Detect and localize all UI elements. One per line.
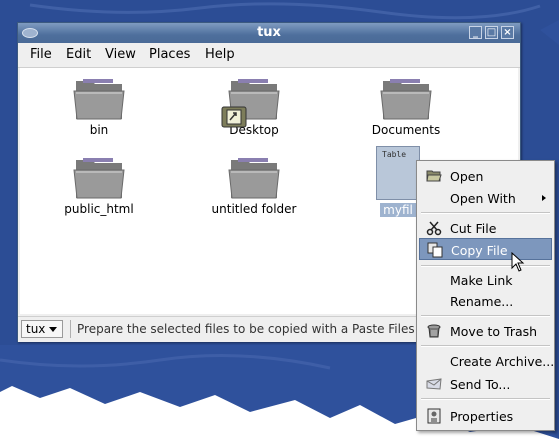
envelope-icon bbox=[426, 378, 442, 390]
close-button[interactable]: × bbox=[501, 26, 514, 39]
drag-document-icon bbox=[221, 106, 247, 128]
folder-open-icon bbox=[426, 170, 442, 182]
file-name: bin bbox=[89, 123, 109, 137]
menu-item-label: Open With bbox=[450, 191, 516, 206]
submenu-arrow-icon bbox=[542, 195, 546, 201]
menu-help[interactable]: Help bbox=[205, 47, 235, 62]
menu-item-make-link[interactable]: Make Link bbox=[419, 269, 552, 291]
minimize-button[interactable]: _ bbox=[469, 26, 482, 39]
menu-separator bbox=[421, 345, 550, 347]
file-name: untitled folder bbox=[211, 202, 297, 216]
menu-item-rename[interactable]: Rename... bbox=[419, 290, 552, 312]
folder-icon bbox=[380, 79, 432, 120]
file-item[interactable]: public_html bbox=[39, 154, 159, 216]
copy-icon bbox=[427, 242, 443, 258]
menu-item-properties[interactable]: Properties bbox=[419, 405, 552, 427]
menu-file[interactable]: File bbox=[30, 47, 52, 62]
menu-view[interactable]: View bbox=[105, 47, 136, 62]
menu-item-label: Send To... bbox=[450, 377, 511, 392]
menu-item-label: Open bbox=[450, 169, 484, 184]
window-title: tux bbox=[257, 25, 281, 40]
properties-icon bbox=[427, 408, 441, 424]
menu-item-copy-file[interactable]: Copy File bbox=[419, 238, 552, 260]
menu-separator bbox=[421, 398, 550, 400]
file-item[interactable]: bin bbox=[39, 75, 159, 137]
trash-icon bbox=[427, 324, 441, 338]
menu-item-send-to[interactable]: Send To... bbox=[419, 373, 552, 395]
file-name: public_html bbox=[64, 202, 134, 216]
menu-item-label: Rename... bbox=[450, 294, 514, 309]
menu-item-label: Cut File bbox=[450, 221, 497, 236]
location-dropdown[interactable]: tux bbox=[21, 320, 63, 338]
menu-item-cut-file[interactable]: Cut File bbox=[419, 217, 552, 239]
chevron-down-icon bbox=[49, 327, 57, 332]
menu-edit[interactable]: Edit bbox=[66, 47, 91, 62]
title-bar[interactable]: tux _ □ × bbox=[18, 23, 520, 43]
menu-item-label: Properties bbox=[450, 409, 514, 424]
menu-item-create-archive[interactable]: Create Archive... bbox=[419, 350, 555, 372]
menu-separator bbox=[421, 265, 550, 267]
file-name: Documents bbox=[371, 123, 441, 137]
menu-separator bbox=[421, 315, 550, 317]
menu-item-open[interactable]: Open bbox=[419, 165, 552, 187]
menu-bar: File Edit View Places Help bbox=[18, 43, 520, 68]
document-icon: Table bbox=[376, 146, 420, 200]
mouse-cursor-icon bbox=[511, 252, 525, 272]
folder-icon bbox=[73, 79, 125, 120]
context-menu: Open Open With Cut File Copy File Make L… bbox=[416, 160, 555, 431]
menu-separator bbox=[421, 212, 550, 214]
file-name: myfil bbox=[380, 203, 416, 217]
file-item[interactable]: untitled folder bbox=[194, 154, 314, 216]
menu-item-label: Create Archive... bbox=[450, 354, 555, 369]
document-preview-text: Table bbox=[382, 150, 407, 159]
folder-icon bbox=[73, 158, 125, 199]
scissors-icon bbox=[426, 221, 442, 236]
folder-icon bbox=[228, 158, 280, 199]
file-item[interactable]: Desktop bbox=[194, 75, 314, 137]
menu-item-move-to-trash[interactable]: Move to Trash bbox=[419, 320, 552, 342]
menu-item-open-with[interactable]: Open With bbox=[419, 187, 552, 209]
file-name: Desktop bbox=[229, 123, 279, 137]
menu-item-label: Move to Trash bbox=[450, 324, 538, 339]
menu-item-label: Copy File bbox=[451, 243, 508, 258]
file-item[interactable]: Documents bbox=[346, 75, 466, 137]
location-label: tux bbox=[26, 322, 46, 336]
menu-places[interactable]: Places bbox=[149, 47, 190, 62]
maximize-button[interactable]: □ bbox=[485, 26, 498, 39]
menu-item-label: Make Link bbox=[450, 273, 513, 288]
